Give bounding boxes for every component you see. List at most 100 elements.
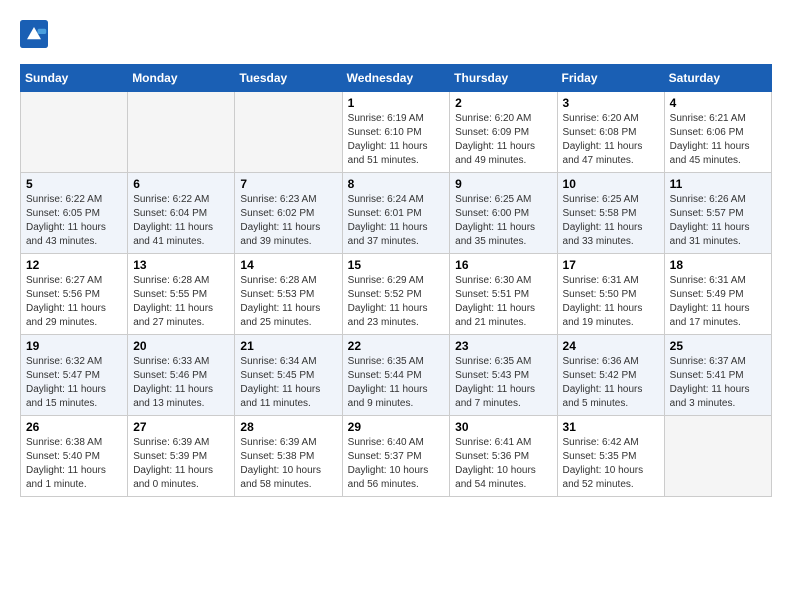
day-number: 6: [133, 177, 229, 191]
day-info: Sunrise: 6:38 AM Sunset: 5:40 PM Dayligh…: [26, 436, 122, 492]
day-info: Sunrise: 6:31 AM Sunset: 5:49 PM Dayligh…: [670, 274, 766, 330]
day-number: 24: [563, 339, 659, 353]
day-number: 12: [26, 258, 122, 272]
day-number: 22: [348, 339, 445, 353]
day-number: 20: [133, 339, 229, 353]
calendar-day-cell: 18 Sunrise: 6:31 AM Sunset: 5:49 PM Dayli…: [664, 254, 771, 335]
day-number: 23: [455, 339, 551, 353]
calendar-day-cell: 27 Sunrise: 6:39 AM Sunset: 5:39 PM Dayli…: [128, 416, 235, 497]
calendar-day-cell: 20 Sunrise: 6:33 AM Sunset: 5:46 PM Dayli…: [128, 335, 235, 416]
column-header-wednesday: Wednesday: [342, 65, 450, 92]
day-info: Sunrise: 6:25 AM Sunset: 5:58 PM Dayligh…: [563, 193, 659, 249]
day-number: 25: [670, 339, 766, 353]
calendar-table: SundayMondayTuesdayWednesdayThursdayFrid…: [20, 64, 772, 497]
day-info: Sunrise: 6:41 AM Sunset: 5:36 PM Dayligh…: [455, 436, 551, 492]
day-number: 8: [348, 177, 445, 191]
calendar-day-cell: 24Sunrise: 6:36 AM Sunset: 5:42 PM Dayli…: [557, 335, 664, 416]
day-number: 13: [133, 258, 229, 272]
day-number: 27: [133, 420, 229, 434]
day-number: 30: [455, 420, 551, 434]
calendar-day-cell: 22 Sunrise: 6:35 AM Sunset: 5:44 PM Dayli…: [342, 335, 450, 416]
logo: [20, 20, 54, 48]
calendar-week-row: 5Sunrise: 6:22 AM Sunset: 6:05 PM Daylig…: [21, 173, 772, 254]
day-info: Sunrise: 6:28 AM Sunset: 5:53 PM Dayligh…: [240, 274, 336, 330]
calendar-day-cell: 1 Sunrise: 6:19 AM Sunset: 6:10 PM Daylig…: [342, 92, 450, 173]
calendar-day-cell: 25 Sunrise: 6:37 AM Sunset: 5:41 PM Dayli…: [664, 335, 771, 416]
day-info: Sunrise: 6:19 AM Sunset: 6:10 PM Dayligh…: [348, 112, 445, 168]
day-number: 18: [670, 258, 766, 272]
calendar-week-row: 1 Sunrise: 6:19 AM Sunset: 6:10 PM Daylig…: [21, 92, 772, 173]
calendar-day-cell: 9Sunrise: 6:25 AM Sunset: 6:00 PM Daylig…: [450, 173, 557, 254]
day-info: Sunrise: 6:39 AM Sunset: 5:38 PM Dayligh…: [240, 436, 336, 492]
day-info: Sunrise: 6:20 AM Sunset: 6:08 PM Dayligh…: [563, 112, 659, 168]
column-header-saturday: Saturday: [664, 65, 771, 92]
day-number: 26: [26, 420, 122, 434]
calendar-day-cell: 31 Sunrise: 6:42 AM Sunset: 5:35 PM Dayli…: [557, 416, 664, 497]
day-info: Sunrise: 6:21 AM Sunset: 6:06 PM Dayligh…: [670, 112, 766, 168]
calendar-day-cell: [664, 416, 771, 497]
calendar-day-cell: 29 Sunrise: 6:40 AM Sunset: 5:37 PM Dayli…: [342, 416, 450, 497]
calendar-day-cell: 21 Sunrise: 6:34 AM Sunset: 5:45 PM Dayli…: [235, 335, 342, 416]
calendar-week-row: 19Sunrise: 6:32 AM Sunset: 5:47 PM Dayli…: [21, 335, 772, 416]
calendar-day-cell: 4 Sunrise: 6:21 AM Sunset: 6:06 PM Daylig…: [664, 92, 771, 173]
calendar-day-cell: 7 Sunrise: 6:23 AM Sunset: 6:02 PM Daylig…: [235, 173, 342, 254]
day-info: Sunrise: 6:25 AM Sunset: 6:00 PM Dayligh…: [455, 193, 551, 249]
day-info: Sunrise: 6:29 AM Sunset: 5:52 PM Dayligh…: [348, 274, 445, 330]
day-number: 16: [455, 258, 551, 272]
day-info: Sunrise: 6:39 AM Sunset: 5:39 PM Dayligh…: [133, 436, 229, 492]
day-number: 4: [670, 96, 766, 110]
day-number: 10: [563, 177, 659, 191]
day-number: 11: [670, 177, 766, 191]
column-header-thursday: Thursday: [450, 65, 557, 92]
day-info: Sunrise: 6:30 AM Sunset: 5:51 PM Dayligh…: [455, 274, 551, 330]
calendar-day-cell: 17 Sunrise: 6:31 AM Sunset: 5:50 PM Dayli…: [557, 254, 664, 335]
day-number: 3: [563, 96, 659, 110]
day-info: Sunrise: 6:34 AM Sunset: 5:45 PM Dayligh…: [240, 355, 336, 411]
calendar-day-cell: 12 Sunrise: 6:27 AM Sunset: 5:56 PM Dayli…: [21, 254, 128, 335]
day-info: Sunrise: 6:24 AM Sunset: 6:01 PM Dayligh…: [348, 193, 445, 249]
day-number: 19: [26, 339, 122, 353]
column-header-monday: Monday: [128, 65, 235, 92]
calendar-day-cell: 28 Sunrise: 6:39 AM Sunset: 5:38 PM Dayli…: [235, 416, 342, 497]
day-number: 17: [563, 258, 659, 272]
day-info: Sunrise: 6:28 AM Sunset: 5:55 PM Dayligh…: [133, 274, 229, 330]
calendar-day-cell: 6 Sunrise: 6:22 AM Sunset: 6:04 PM Daylig…: [128, 173, 235, 254]
calendar-day-cell: 11Sunrise: 6:26 AM Sunset: 5:57 PM Dayli…: [664, 173, 771, 254]
calendar-day-cell: 10 Sunrise: 6:25 AM Sunset: 5:58 PM Dayli…: [557, 173, 664, 254]
day-number: 1: [348, 96, 445, 110]
day-info: Sunrise: 6:42 AM Sunset: 5:35 PM Dayligh…: [563, 436, 659, 492]
day-number: 14: [240, 258, 336, 272]
calendar-day-cell: 16 Sunrise: 6:30 AM Sunset: 5:51 PM Dayli…: [450, 254, 557, 335]
calendar-day-cell: 23 Sunrise: 6:35 AM Sunset: 5:43 PM Dayli…: [450, 335, 557, 416]
day-number: 15: [348, 258, 445, 272]
day-info: Sunrise: 6:35 AM Sunset: 5:44 PM Dayligh…: [348, 355, 445, 411]
calendar-header-row: SundayMondayTuesdayWednesdayThursdayFrid…: [21, 65, 772, 92]
calendar-day-cell: [21, 92, 128, 173]
day-number: 31: [563, 420, 659, 434]
day-number: 21: [240, 339, 336, 353]
day-info: Sunrise: 6:23 AM Sunset: 6:02 PM Dayligh…: [240, 193, 336, 249]
calendar-day-cell: 5Sunrise: 6:22 AM Sunset: 6:05 PM Daylig…: [21, 173, 128, 254]
day-number: 29: [348, 420, 445, 434]
day-info: Sunrise: 6:22 AM Sunset: 6:04 PM Dayligh…: [133, 193, 229, 249]
day-info: Sunrise: 6:27 AM Sunset: 5:56 PM Dayligh…: [26, 274, 122, 330]
calendar-day-cell: [128, 92, 235, 173]
column-header-sunday: Sunday: [21, 65, 128, 92]
column-header-tuesday: Tuesday: [235, 65, 342, 92]
day-number: 28: [240, 420, 336, 434]
day-info: Sunrise: 6:35 AM Sunset: 5:43 PM Dayligh…: [455, 355, 551, 411]
day-info: Sunrise: 6:31 AM Sunset: 5:50 PM Dayligh…: [563, 274, 659, 330]
day-info: Sunrise: 6:40 AM Sunset: 5:37 PM Dayligh…: [348, 436, 445, 492]
logo-icon: [20, 20, 48, 48]
day-number: 7: [240, 177, 336, 191]
calendar-day-cell: 14 Sunrise: 6:28 AM Sunset: 5:53 PM Dayli…: [235, 254, 342, 335]
day-info: Sunrise: 6:33 AM Sunset: 5:46 PM Dayligh…: [133, 355, 229, 411]
calendar-day-cell: 26 Sunrise: 6:38 AM Sunset: 5:40 PM Dayli…: [21, 416, 128, 497]
day-info: Sunrise: 6:20 AM Sunset: 6:09 PM Dayligh…: [455, 112, 551, 168]
day-info: Sunrise: 6:37 AM Sunset: 5:41 PM Dayligh…: [670, 355, 766, 411]
calendar-week-row: 26 Sunrise: 6:38 AM Sunset: 5:40 PM Dayli…: [21, 416, 772, 497]
day-number: 2: [455, 96, 551, 110]
column-header-friday: Friday: [557, 65, 664, 92]
calendar-day-cell: 8 Sunrise: 6:24 AM Sunset: 6:01 PM Daylig…: [342, 173, 450, 254]
calendar-week-row: 12 Sunrise: 6:27 AM Sunset: 5:56 PM Dayli…: [21, 254, 772, 335]
